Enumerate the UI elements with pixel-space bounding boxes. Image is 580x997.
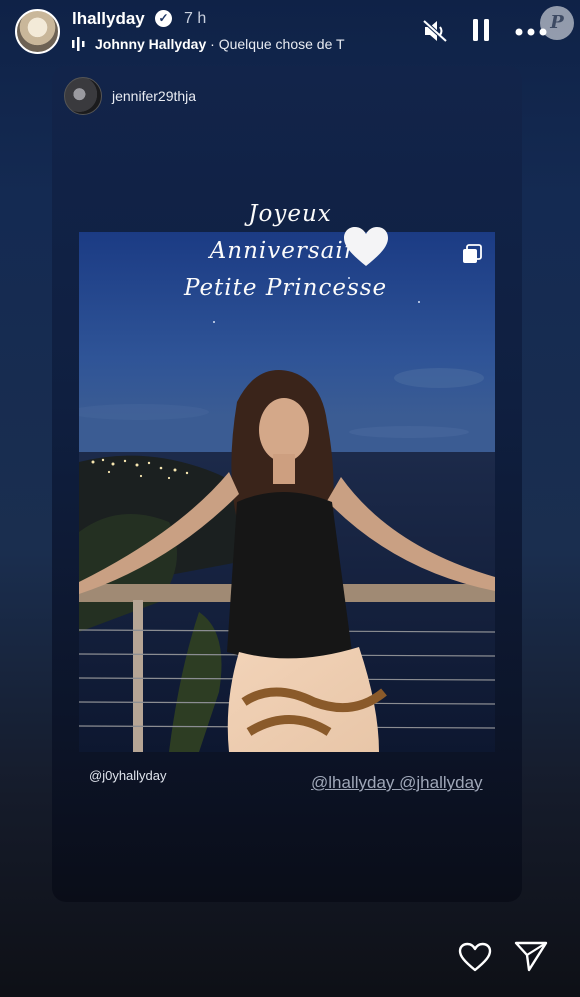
music-separator: · bbox=[206, 36, 219, 52]
repost-username[interactable]: jennifer29thja bbox=[112, 88, 196, 104]
music-bars-icon bbox=[72, 37, 85, 51]
watermark-logo: P bbox=[540, 6, 574, 40]
avatar[interactable] bbox=[15, 9, 60, 54]
repost-avatar[interactable] bbox=[64, 77, 102, 115]
music-song: Quelque chose de T bbox=[218, 36, 345, 52]
heart-icon[interactable] bbox=[458, 942, 492, 972]
pause-icon[interactable] bbox=[472, 19, 490, 41]
heart-emoji-icon bbox=[344, 227, 388, 266]
story-photo bbox=[79, 232, 495, 752]
send-icon[interactable] bbox=[514, 940, 548, 972]
carousel-icon bbox=[463, 244, 482, 263]
mute-icon[interactable] bbox=[422, 19, 448, 43]
music-track[interactable]: Johnny Hallyday · Quelque chose de T bbox=[95, 36, 345, 52]
verified-icon: ✓ bbox=[155, 10, 172, 27]
story-username[interactable]: lhallyday bbox=[72, 9, 145, 29]
greeting-line-2: Petite Princesse bbox=[184, 275, 388, 301]
mention-tags[interactable]: @lhallyday @jhallyday bbox=[311, 773, 483, 793]
story-header: lhallyday ✓ 7 h Johnny Hallyday · Quelqu… bbox=[0, 0, 580, 62]
music-artist: Johnny Hallyday bbox=[95, 36, 207, 52]
photo-credit-handle[interactable]: @j0yhallyday bbox=[89, 768, 167, 783]
story-timestamp: 7 h bbox=[184, 10, 207, 27]
